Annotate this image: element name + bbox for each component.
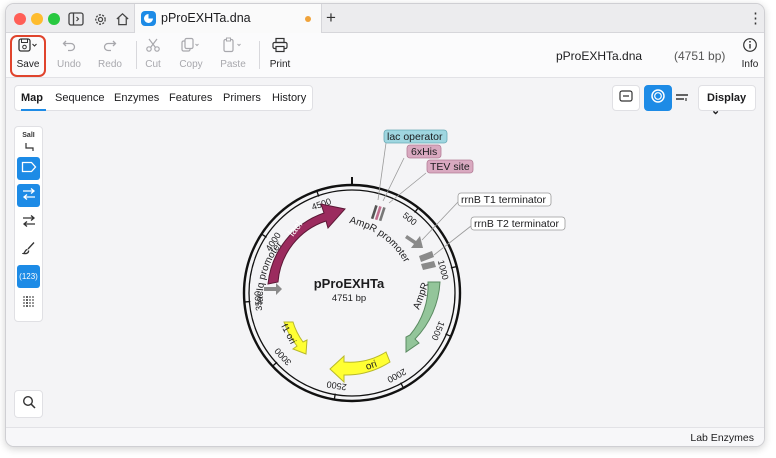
brush-icon [20, 241, 36, 258]
cut-site-icon [23, 140, 35, 154]
search-button[interactable] [14, 390, 43, 418]
arrows-icon [21, 214, 37, 231]
ampr-promoter-label: AmpR promoter [348, 215, 412, 265]
paste-button[interactable]: Paste [211, 37, 255, 73]
paste-icon [211, 37, 255, 57]
printer-icon [258, 37, 302, 57]
save-button[interactable]: Save [6, 37, 50, 73]
display-menu[interactable]: Display ⌄ [698, 85, 756, 117]
active-tab-indicator [21, 109, 46, 111]
save-icon [6, 37, 50, 57]
undo-icon [47, 37, 91, 57]
plasmid-length: 4751 bp [332, 293, 366, 304]
info-button[interactable]: Info [728, 37, 764, 73]
tick-label: 1000 [436, 259, 451, 281]
view-tabs: Map Sequence Enzymes Features Primers Hi… [14, 85, 313, 111]
callout-rrnb-t2-text: rrnB T2 terminator [474, 218, 560, 230]
leader-line [421, 201, 459, 241]
callout-lac-operator-text: lac operator [387, 131, 443, 143]
feature-arrow-icon [21, 161, 37, 176]
redo-label: Redo [98, 59, 122, 70]
redo-button[interactable]: Redo [88, 37, 132, 73]
minimize-window-button[interactable] [31, 13, 43, 25]
leader-line [377, 142, 387, 201]
info-label: Info [741, 59, 759, 70]
display-label: Display [707, 92, 747, 104]
print-label: Print [269, 59, 291, 70]
tab-primers[interactable]: Primers [223, 92, 261, 104]
tick-mark [333, 393, 336, 399]
callout-6xhis-text: 6xHis [411, 146, 437, 158]
table-tool-button[interactable] [17, 292, 40, 315]
callout-rrnb-t1-text: rrnB T1 terminator [461, 194, 547, 206]
copy-label: Copy [179, 59, 203, 70]
app-logo-icon [141, 11, 156, 26]
chevron-down-icon: ⌄ [711, 105, 721, 117]
sequence-lines-icon [675, 89, 689, 107]
callout-tev-site-text: TEV site [430, 161, 470, 173]
unsaved-indicator [305, 16, 311, 22]
tab-enzymes[interactable]: Enzymes [114, 92, 159, 104]
numbering-tool-button[interactable]: (123) [17, 265, 40, 288]
file-name: pProEXHTa.dna [556, 49, 643, 63]
copy-button[interactable]: Copy [169, 37, 213, 73]
gear-icon[interactable] [90, 9, 110, 29]
linear-view-button[interactable] [612, 85, 640, 111]
undo-button[interactable]: Undo [47, 37, 91, 73]
sidebar-toggle-icon[interactable] [66, 9, 86, 29]
strands-tool-button[interactable] [17, 184, 40, 207]
status-bar: Lab Enzymes [6, 427, 764, 446]
document-tab[interactable]: pProEXHTa.dna [134, 4, 322, 33]
close-window-button[interactable] [14, 13, 26, 25]
print-button[interactable]: Print [258, 37, 302, 73]
feature-rrnb-t1[interactable] [419, 251, 434, 262]
linear-map-icon [619, 89, 633, 107]
more-menu-button[interactable]: ⋮ [748, 9, 763, 27]
info-icon [728, 37, 764, 57]
feature-rrnb-t2[interactable] [421, 261, 436, 270]
feature-tool-button[interactable] [17, 157, 40, 180]
color-tool-button[interactable] [17, 238, 40, 261]
search-icon [22, 395, 36, 414]
tab-title: pProEXHTa.dna [161, 11, 251, 25]
app-window: pProEXHTa.dna + ⋮ Save Undo Redo Cut Cop… [5, 3, 765, 447]
save-label: Save [16, 59, 40, 70]
list-icon [22, 295, 36, 312]
circular-map-icon [650, 88, 666, 109]
tab-history[interactable]: History [272, 92, 306, 104]
redo-icon [88, 37, 132, 57]
tab-map[interactable]: Map [21, 92, 43, 104]
tab-sequence[interactable]: Sequence [55, 92, 105, 104]
double-strand-icon [21, 187, 37, 204]
feature-ori[interactable] [329, 351, 391, 384]
tab-features[interactable]: Features [169, 92, 212, 104]
enzyme-tool-button[interactable]: SalI [17, 131, 40, 154]
zoom-window-button[interactable] [48, 13, 60, 25]
home-icon[interactable] [112, 9, 132, 29]
new-tab-button[interactable]: + [326, 8, 336, 28]
enzyme-set-label[interactable]: Lab Enzymes [690, 432, 754, 444]
sequence-length: (4751 bp) [674, 49, 726, 63]
enzyme-label: SalI [22, 131, 35, 139]
paste-label: Paste [220, 59, 246, 70]
undo-label: Undo [57, 59, 81, 70]
map-tools: SalI (123) [14, 126, 43, 322]
sequence-view-button[interactable] [668, 85, 696, 111]
toolbar: Save Undo Redo Cut Copy Paste Print pPro… [6, 33, 764, 78]
plasmid-name: pProEXHTa [314, 276, 385, 291]
title-bar: pProEXHTa.dna + ⋮ [6, 4, 764, 33]
copy-icon [169, 37, 213, 57]
orf-tool-button[interactable] [17, 211, 40, 234]
feature-ampr-promoter[interactable] [405, 235, 423, 248]
